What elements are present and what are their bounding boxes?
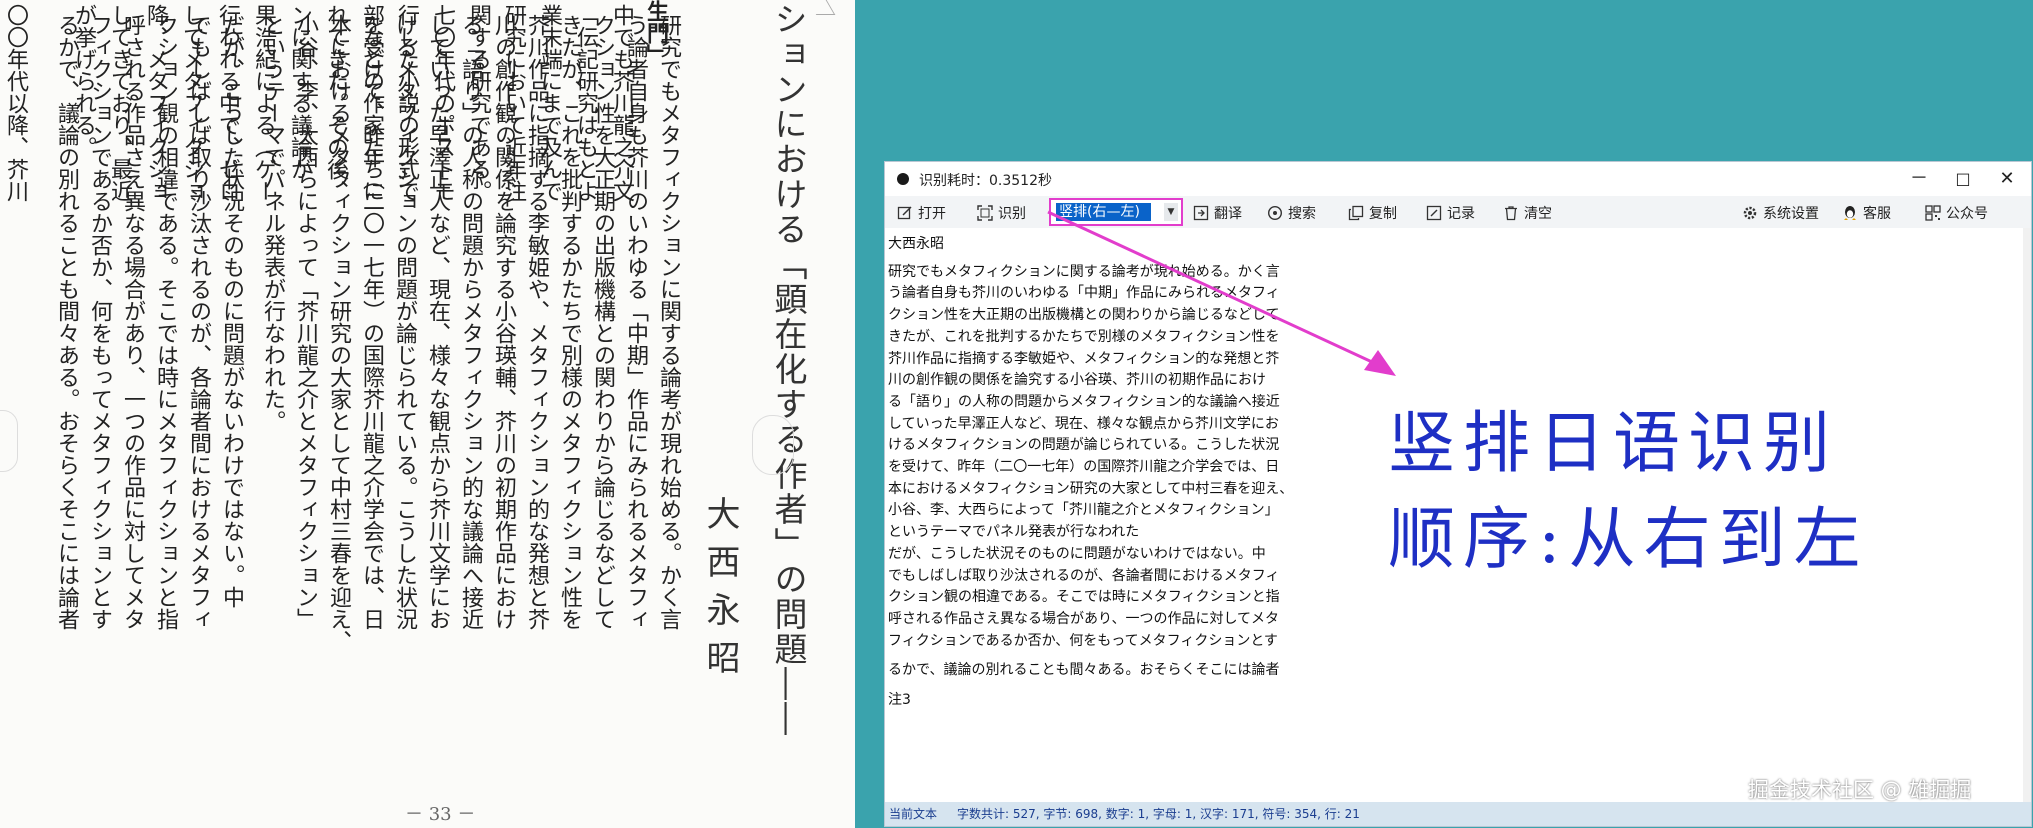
settings-icon [1743,206,1757,220]
scrollbar[interactable] [2023,228,2031,804]
book-column: を受けて、昨年（二〇一七年）の国際芥川龍之介学会では、日 [359,14,384,630]
status-bar: 当前文本 字数共计: 527, 字节: 698, 数字: 1, 字母: 1, 汉… [885,802,2031,826]
service-button[interactable]: 客服 [1842,203,1891,223]
annotation-arrow [1047,210,1396,376]
book-column: 小谷、李、大西らによって「芥川龍之介とメタフィクション」 [293,14,318,630]
result-line: でもしばしば取り沙汰されるのが、各論者間におけるメタフィ [888,567,1280,584]
book-column: 〇〇年代以降、芥川 [3,4,28,202]
book-column: けるメタフィクションの問題が論じられている。こうした状況 [392,14,417,630]
status-stats: 字数共计: 527, 字节: 698, 数字: 1, 字母: 1, 汉字: 17… [957,807,1360,821]
clear-icon [1505,206,1517,221]
result-line: 呼される作品さえ異なる場合があり、一つの作品に対してメタ [888,610,1280,627]
book-column: というテーマでパネル発表が行なわれた。 [260,14,285,432]
result-line: だが、こうした状況そのものに問題がないわけではない。中 [888,545,1266,562]
result-line: フィクションであるか否か、何をもってメタフィクションとす [888,632,1278,649]
recognize-button[interactable]: 识别 [977,203,1026,223]
page-gutter-mark [0,410,18,472]
page-gutter-mark [752,415,794,475]
watermark: 掘金技术社区 @ 雄掘掘 [1748,778,1972,802]
result-line: クション観の相違である。そこでは時にメタフィクションと指 [888,589,1280,606]
clear-label: 清空 [1524,206,1552,222]
annotation-line: 顺序:从右到左 [1388,500,1869,578]
result-line: 本におけるメタフィクション研究の大家として中村三春を迎え、 [888,480,1294,497]
book-heading: ションにおける「顕在化する作者」の問題―― [769,2,808,737]
clear-button[interactable]: 清空 [1503,203,1552,223]
app-icon [897,173,909,185]
settings-button[interactable]: 系统设置 [1742,203,1819,223]
close-button[interactable]: ✕ [1985,166,2029,192]
result-line: けるメタフィクションの問題が論じられている。こうした状況 [888,437,1280,454]
result-line: というテーマでパネル発表が行なわれた [888,524,1140,541]
book-column: クション性を大正期の出版機構との関わりから論じるなどして [590,14,615,630]
maximize-button[interactable]: □ [1941,166,1985,192]
recognize-label: 识别 [998,206,1026,222]
window-title: 识别耗时：0.3512秒 [919,173,1052,189]
book-column: していった早澤正人など、現在、様々な観点から芥川文学にお [425,14,450,630]
book-author: 大西永昭 [700,496,740,688]
book-column: るかで、議論の別れることも間々ある。おそらくそこには論者 [54,14,79,630]
result-line: を受けて、昨年（二〇一七年）の国際芥川龍之介学会では、日 [888,459,1280,476]
result-line [888,652,1343,660]
record-icon [1426,205,1442,221]
book-column: 研究でもメタフィクションに関する論考が現れ始める。かく言 [656,14,681,630]
result-line: していった早澤正人など、現在、様々な観点から芥川文学にお [888,415,1279,432]
page-number: － 33 － [405,804,476,825]
annotation-line: 竖排日语识别 [1388,404,1838,482]
record-label: 记录 [1447,206,1475,222]
recognize-icon [977,205,993,221]
open-button[interactable]: 打开 [897,203,946,223]
book-column: クション観の相違である。そこでは時にメタフィクションと指 [153,14,178,630]
minimize-button[interactable]: － [1897,166,1941,192]
qr-icon [1925,205,1941,221]
book-column: 川の創作観の関係を論究する小谷瑛輔、芥川の初期作品におけ [491,14,516,630]
book-column: フィクションであるか否か、何をもってメタフィクションとす [87,14,112,630]
official-account-button[interactable]: 公众号 [1925,203,1988,223]
record-button[interactable]: 记录 [1426,203,1475,223]
status-prefix: 当前文本 [889,807,938,821]
book-column: でもしばしば取り沙汰されるのが、各論者間におけるメタフィ [186,14,211,630]
service-icon [1844,206,1856,220]
book-column: る「語り」の人称の問題からメタフィクション的な議論へ接近 [458,14,483,630]
settings-label: 系统设置 [1763,206,1819,222]
book-column: 本におけるメタフィクション研究の大家として中村三春を迎え、 [326,14,351,652]
service-label: 客服 [1863,206,1891,222]
official-account-label: 公众号 [1946,206,1988,222]
annotation-text: 竖排日语识别 顺序:从右到左 [1388,395,1869,587]
result-line [888,682,1343,690]
book-column: きたが、これを批判するかたちで別様のメタフィクション性を [557,14,582,630]
book-column: 芥川作品に指摘する李敏姫や、メタフィクション的な発想と芥 [524,14,549,630]
open-label: 打开 [918,206,946,222]
result-line: 注3 [888,692,911,709]
open-icon [897,206,912,220]
page-corner [807,0,836,15]
book-column: 呼される作品さえ異なる場合があり、一つの作品に対してメタ [120,14,145,630]
book-page-image: 生門」 中でも芥川龍之介文 「伝記研究はもとよ 業末端にまで及んで 研究において… [0,0,855,828]
result-line: るかで、議論の別れることも間々ある。おそらくそこには論者 [888,662,1280,679]
book-column: う論者自身も芥川のいわゆる「中期」作品にみられるメタフィ [623,14,648,630]
title-bar[interactable]: 识别耗时：0.3512秒 － □ ✕ [885,162,2031,196]
result-line: 小谷、李、大西らによって「芥川龍之介とメタフィクション」 [888,502,1279,519]
book-column: だが、こうした状況そのものに問題がないわけではない。中 [219,14,244,608]
